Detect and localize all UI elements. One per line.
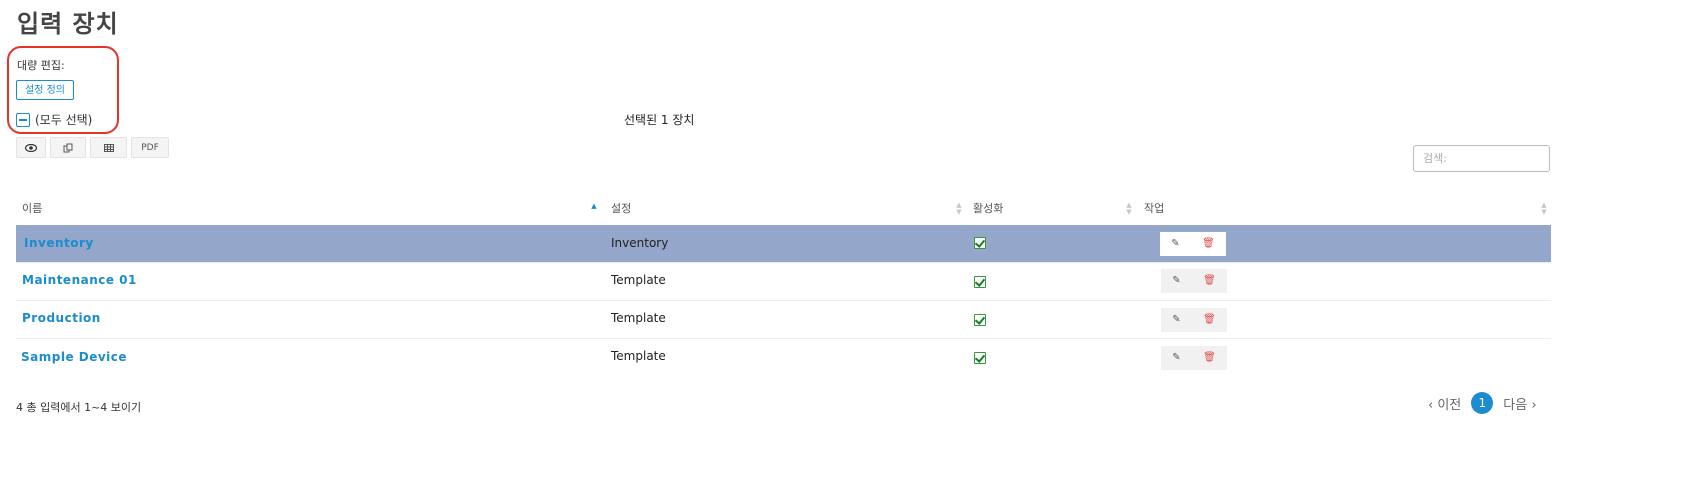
- table-info: 4 총 입력에서 1~4 보이기: [16, 401, 142, 414]
- export-toolbar: PDF: [16, 137, 169, 158]
- bulk-edit-label: 대량 편집:: [17, 59, 65, 72]
- column-header-config[interactable]: 설정: [611, 200, 631, 216]
- checkbox-checked-icon: [974, 276, 986, 288]
- sort-icon[interactable]: ▲ ▼: [1125, 202, 1133, 216]
- sort-icon[interactable]: ▲ ▼: [955, 202, 963, 216]
- checkbox-checked-icon: [974, 352, 986, 364]
- pagination: ‹ 이전 1 다음 ›: [1428, 392, 1537, 414]
- previous-page-link[interactable]: ‹ 이전: [1428, 394, 1461, 413]
- trash-icon[interactable]: 🗑: [1203, 353, 1216, 363]
- select-all-label: (모두 선택): [35, 113, 93, 127]
- row-actions: ✎ 🗑: [1160, 232, 1226, 256]
- device-config: Template: [611, 311, 666, 325]
- device-config: Template: [611, 349, 666, 363]
- edit-icon[interactable]: ✎: [1172, 276, 1180, 286]
- sort-icon[interactable]: ▲ ▼: [1540, 202, 1548, 216]
- table-icon: [103, 143, 114, 152]
- pdf-export-button[interactable]: PDF: [131, 137, 169, 158]
- device-name-link[interactable]: Maintenance 01: [22, 273, 137, 287]
- column-header-active[interactable]: 활성화: [973, 200, 1003, 216]
- current-page-button[interactable]: 1: [1471, 392, 1494, 414]
- edit-icon[interactable]: ✎: [1172, 353, 1180, 363]
- table-row[interactable]: Production Template ✎ 🗑: [16, 300, 1551, 339]
- indeterminate-checkbox-icon[interactable]: [16, 112, 30, 127]
- edit-icon[interactable]: ✎: [1172, 315, 1180, 325]
- column-header-name[interactable]: 이름: [22, 200, 42, 216]
- select-all-toggle[interactable]: (모두 선택): [16, 111, 92, 128]
- trash-icon[interactable]: 🗑: [1203, 315, 1216, 325]
- trash-icon[interactable]: 🗑: [1203, 276, 1216, 286]
- copy-icon: [63, 143, 73, 152]
- row-actions: ✎ 🗑: [1161, 269, 1227, 293]
- device-name-link[interactable]: Inventory: [24, 236, 94, 250]
- trash-icon[interactable]: 🗑: [1202, 239, 1215, 249]
- table-row[interactable]: Maintenance 01 Template ✎ 🗑: [16, 262, 1551, 301]
- selection-count: 선택된 1 장치: [624, 113, 695, 127]
- checkbox-checked-icon: [974, 314, 986, 326]
- row-actions: ✎ 🗑: [1161, 308, 1227, 332]
- copy-button[interactable]: [50, 137, 86, 158]
- eye-icon: [25, 143, 37, 152]
- edit-icon[interactable]: ✎: [1171, 239, 1179, 249]
- define-settings-button[interactable]: 설정 정의: [16, 80, 74, 100]
- column-header-actions[interactable]: 작업: [1144, 200, 1164, 216]
- device-config: Template: [611, 273, 666, 287]
- spreadsheet-export-button[interactable]: [90, 137, 127, 158]
- next-page-link[interactable]: 다음 ›: [1503, 394, 1536, 413]
- table-row[interactable]: Inventory Inventory ✎ 🗑: [16, 225, 1551, 262]
- device-name-link[interactable]: Sample Device: [21, 350, 127, 364]
- table-row[interactable]: Sample Device Template ✎ 🗑: [16, 338, 1551, 377]
- row-actions: ✎ 🗑: [1161, 346, 1227, 370]
- device-config: Inventory: [611, 236, 669, 250]
- search-input[interactable]: [1413, 145, 1550, 172]
- device-name-link[interactable]: Production: [22, 311, 101, 325]
- page-title: 입력 장치: [17, 10, 119, 38]
- checkbox-checked-icon: [974, 237, 986, 249]
- sort-ascending-icon[interactable]: ▲: [590, 203, 598, 210]
- view-button[interactable]: [16, 137, 46, 158]
